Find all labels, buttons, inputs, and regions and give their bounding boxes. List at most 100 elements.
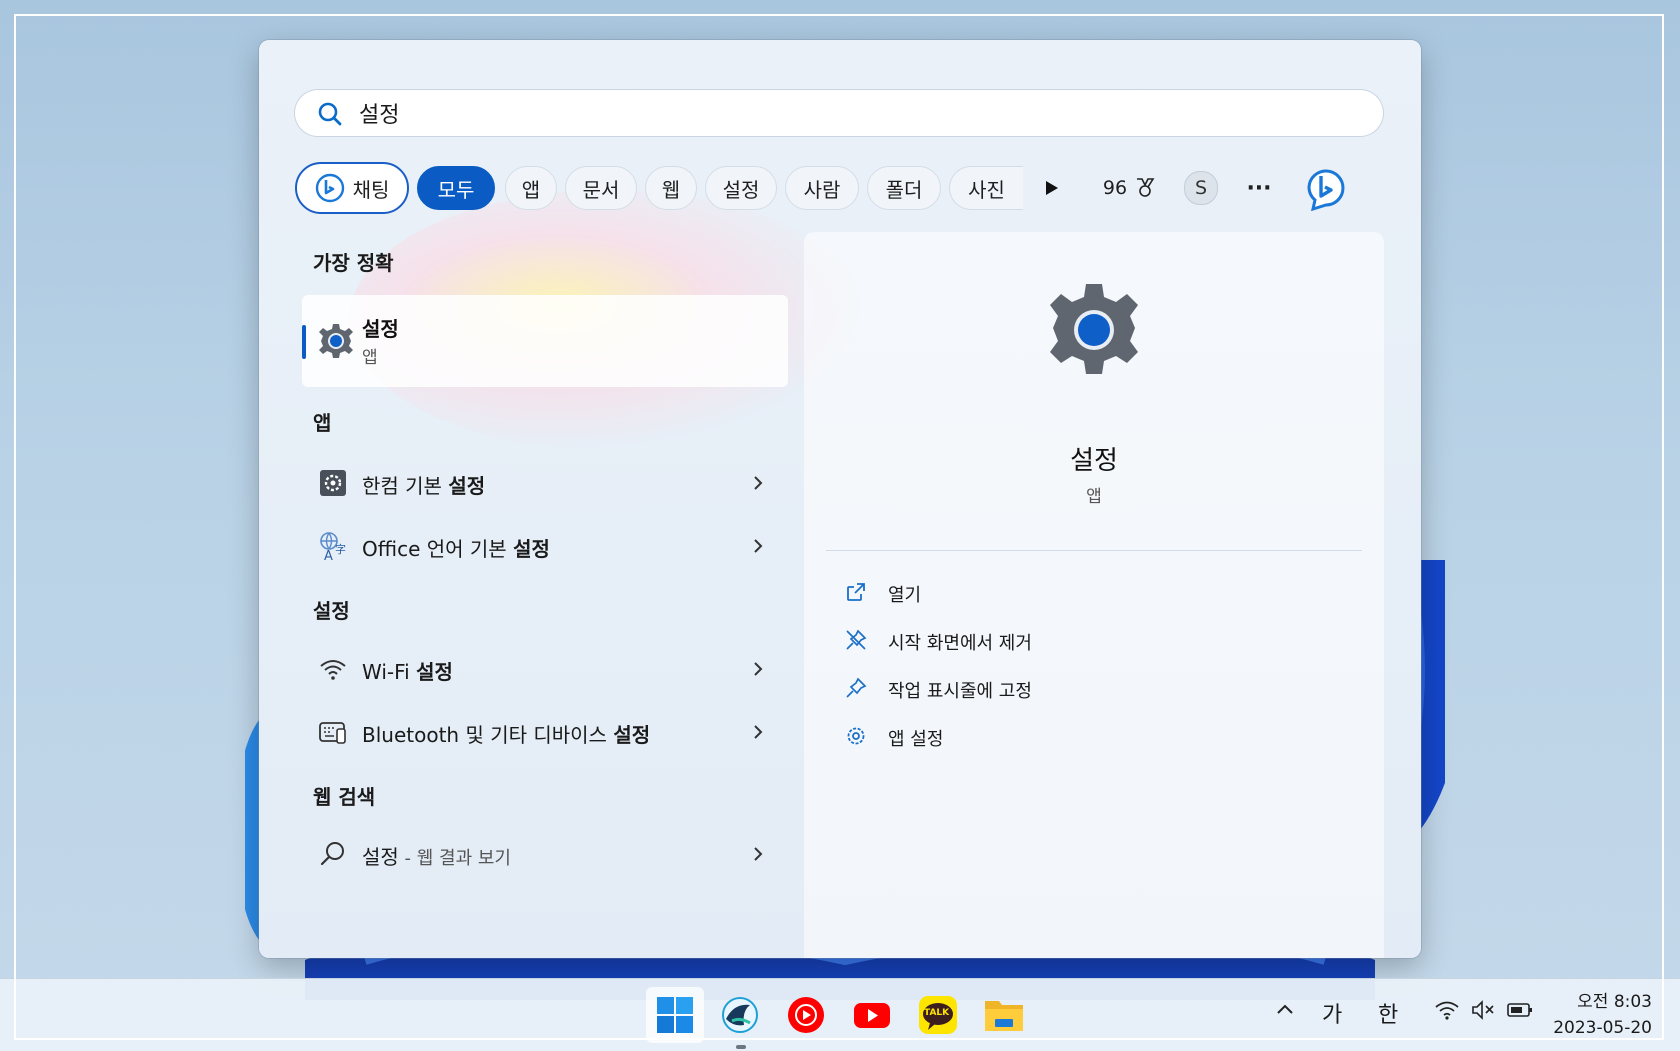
chip-label: 사람 (803, 177, 841, 202)
keyboard-devices-icon (319, 722, 346, 744)
action-open[interactable]: 열기 (844, 572, 1244, 612)
best-match-header: 가장 정확 (313, 251, 394, 275)
result-wifi-settings[interactable]: Wi-Fi 설정 (302, 642, 788, 696)
result-label: Office 언어 기본 설정 (362, 537, 550, 561)
chip-label: 모두 (437, 177, 475, 202)
action-pin-taskbar[interactable]: 작업 표시줄에 고정 (844, 668, 1244, 708)
search-panel: 채팅 모두 앱 문서 웹 설정 사람 폴더 사진 96 S ··· (259, 40, 1421, 958)
chip-folders[interactable]: 폴더 (867, 166, 941, 210)
taskbar-kakaotalk[interactable]: TALK (914, 991, 962, 1039)
volume-button[interactable] (1470, 999, 1496, 1027)
best-match-item[interactable]: 설정 앱 (302, 295, 788, 387)
bing-chat-icon (315, 173, 344, 203)
clock-date: 2023-05-20 (1553, 1018, 1652, 1038)
taskbar-youtube[interactable] (848, 991, 896, 1039)
chip-web[interactable]: 웹 (645, 166, 697, 210)
ime-mode-han[interactable]: 한 (1378, 997, 1398, 1029)
pin-icon (846, 677, 867, 698)
account-avatar[interactable]: S (1175, 162, 1227, 214)
search-input[interactable] (357, 96, 1361, 130)
best-match-subtitle: 앱 (362, 348, 378, 368)
ime-mode-ga[interactable]: 가 (1322, 997, 1342, 1029)
result-web-search[interactable]: 설정 - 웹 결과 보기 (302, 827, 788, 881)
action-app-settings[interactable]: 앱 설정 (844, 716, 1244, 756)
result-label: 한컴 기본 설정 (362, 474, 486, 498)
rewards-score: 96 (1102, 177, 1128, 199)
result-label: 설정 - 웹 결과 보기 (362, 845, 511, 869)
chevron-up-icon (1277, 1004, 1293, 1014)
chip-settings[interactable]: 설정 (705, 166, 777, 210)
chevron-right-icon (754, 476, 763, 490)
chip-apps[interactable]: 앱 (505, 166, 557, 210)
bing-icon (1307, 169, 1345, 211)
kakao-label: TALK (924, 1008, 950, 1018)
result-office-language[interactable]: A 字 Office 언어 기본 설정 (302, 519, 788, 573)
chip-label: 사진 (968, 177, 1005, 202)
chip-documents[interactable]: 문서 (565, 166, 637, 210)
bing-button[interactable] (1295, 162, 1357, 214)
web-search-header: 웹 검색 (313, 785, 376, 809)
chip-all[interactable]: 모두 (417, 166, 495, 210)
hancom-settings-icon (320, 470, 346, 496)
chevron-right-icon (754, 725, 763, 739)
result-label: Wi-Fi 설정 (362, 660, 453, 684)
result-hancom-settings[interactable]: 한컴 기본 설정 (302, 456, 788, 510)
start-button[interactable] (646, 987, 704, 1043)
apps-header: 앱 (313, 411, 332, 435)
taskbar-file-explorer[interactable] (980, 991, 1028, 1039)
action-unpin-start[interactable]: 시작 화면에서 제거 (844, 620, 1244, 660)
running-indicator (736, 1045, 746, 1049)
network-button[interactable] (1434, 999, 1460, 1027)
search-box[interactable] (295, 90, 1383, 136)
search-icon (320, 842, 344, 866)
taskbar-whale-browser[interactable] (716, 991, 764, 1049)
filter-chips: 채팅 모두 앱 문서 웹 설정 사람 폴더 사진 96 S ··· (295, 162, 1385, 214)
battery-icon (1507, 1003, 1532, 1017)
action-label: 작업 표시줄에 고정 (888, 681, 1032, 702)
svg-text:A: A (324, 549, 333, 561)
whale-browser-icon (722, 997, 758, 1033)
result-bluetooth-settings[interactable]: Bluetooth 및 기타 디바이스 설정 (302, 705, 788, 759)
chip-label: 문서 (582, 177, 620, 202)
youtube-icon (854, 1003, 890, 1028)
youtube-music-icon (788, 997, 824, 1033)
divider (826, 550, 1362, 551)
taskbar-youtube-music[interactable] (782, 991, 830, 1039)
chip-photos[interactable]: 사진 (949, 166, 1023, 210)
settings-header: 설정 (313, 599, 350, 623)
chip-label: 폴더 (885, 177, 923, 202)
details-pane: 설정 앱 열기 시작 화면에서 제거 작업 표시줄에 고정 앱 설정 (804, 232, 1384, 958)
details-title: 설정 (1070, 446, 1118, 476)
chip-chat[interactable]: 채팅 (295, 162, 409, 214)
result-label: Bluetooth 및 기타 디바이스 설정 (362, 723, 651, 747)
show-hidden-icons-button[interactable] (1274, 999, 1296, 1027)
best-match-title: 설정 (362, 317, 399, 341)
clock[interactable]: 오전 8:03 2023-05-20 (1553, 989, 1652, 1041)
search-icon (318, 102, 342, 126)
svg-text:字: 字 (335, 542, 346, 556)
chip-label: 설정 (722, 177, 760, 202)
avatar: S (1184, 171, 1218, 205)
medal-icon (1137, 178, 1155, 197)
chevron-right-icon (754, 539, 763, 553)
action-label: 시작 화면에서 제거 (888, 633, 1032, 654)
wifi-icon (320, 660, 346, 680)
chip-chat-label: 채팅 (352, 177, 390, 202)
action-label: 앱 설정 (888, 729, 944, 750)
settings-gear-icon (1050, 284, 1138, 374)
chevron-right-icon (754, 847, 763, 861)
details-subtitle: 앱 (1086, 487, 1102, 507)
chip-people[interactable]: 사람 (785, 166, 859, 210)
windows-logo-icon (657, 997, 693, 1033)
gear-icon (847, 727, 865, 745)
chips-scroll-button[interactable] (1037, 162, 1067, 214)
chip-label: 앱 (521, 177, 541, 202)
battery-button[interactable] (1506, 999, 1534, 1027)
taskbar: TALK 가 한 오전 8:03 2023-05-20 (0, 978, 1680, 1051)
play-right-icon (1046, 181, 1058, 195)
more-options-button[interactable]: ··· (1237, 162, 1281, 214)
rewards-points[interactable]: 96 (1095, 162, 1165, 214)
chevron-right-icon (754, 662, 763, 676)
volume-muted-icon (1472, 1000, 1494, 1020)
office-language-icon: A 字 (320, 532, 346, 561)
